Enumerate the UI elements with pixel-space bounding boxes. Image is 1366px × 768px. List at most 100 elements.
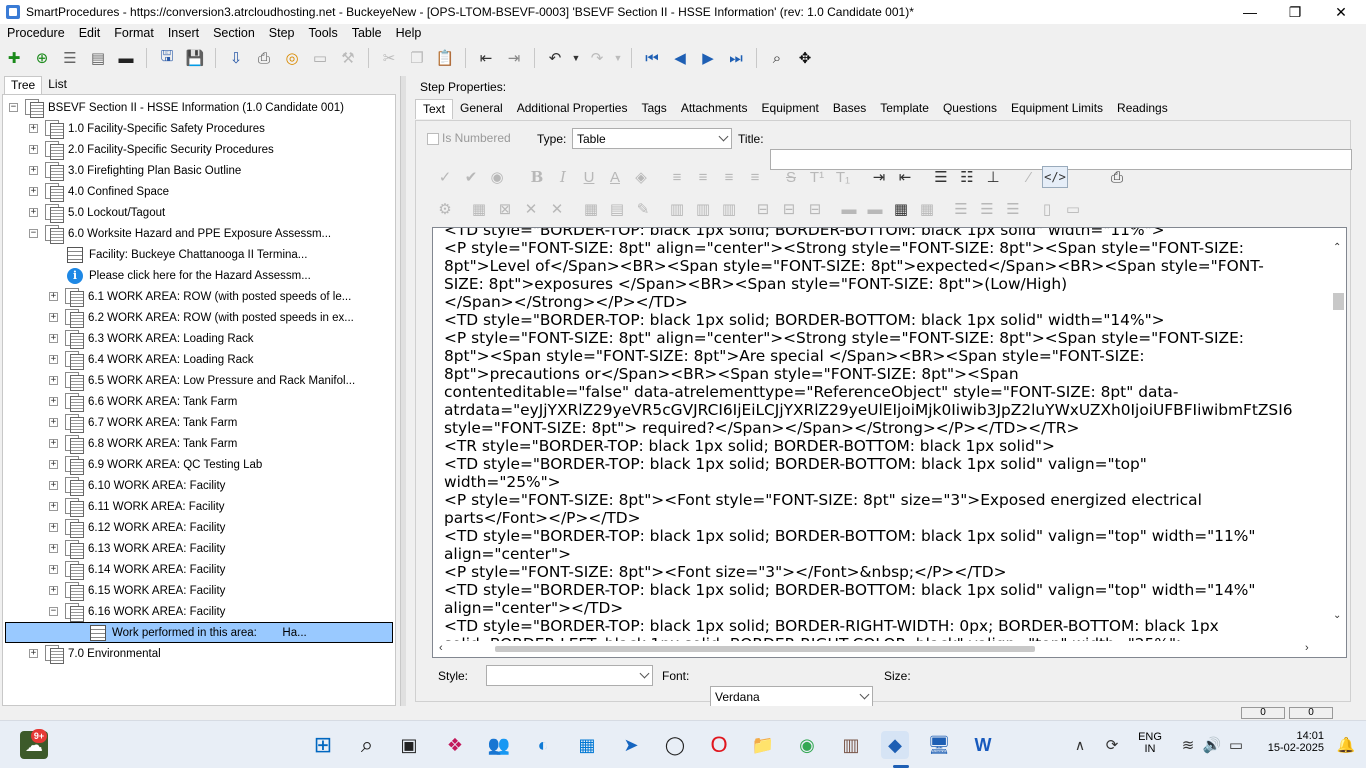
vertical-scroll-thumb[interactable]	[1333, 293, 1344, 310]
collapse-icon[interactable]: −	[49, 607, 58, 616]
source-view-icon[interactable]: </>	[1042, 166, 1068, 188]
tree-work-area[interactable]: +6.8 WORK AREA: Tank Farm	[49, 433, 237, 454]
list-icon[interactable]: ☰	[58, 47, 82, 69]
close-button[interactable]: ✕	[1318, 0, 1364, 24]
expand-icon[interactable]: +	[49, 418, 58, 427]
tree-section[interactable]: + 5.0 Lockout/Tagout	[29, 202, 165, 223]
redo-icon[interactable]: ↷	[585, 47, 609, 69]
expand-icon[interactable]: +	[29, 649, 38, 658]
teams-icon[interactable]: 👥	[485, 731, 513, 759]
notification-bell-icon[interactable]: 🔔	[1332, 731, 1360, 759]
copilot-icon[interactable]: ❖	[441, 731, 469, 759]
network-sync-icon[interactable]: ⟳	[1098, 731, 1126, 759]
next-icon[interactable]: ▶	[696, 47, 720, 69]
opera-icon[interactable]: O	[705, 731, 733, 759]
expand-icon[interactable]: +	[49, 523, 58, 532]
tab-readings[interactable]: Readings	[1110, 99, 1175, 119]
clear-format-icon[interactable]: ⁄	[1016, 166, 1042, 188]
delete-table-icon[interactable]: ⊠	[492, 198, 518, 220]
find-replace-icon[interactable]: ⌕	[765, 47, 789, 69]
italic-icon[interactable]: I	[550, 166, 576, 188]
store-icon[interactable]: ▦	[573, 731, 601, 759]
smartprocedures-taskbar-icon[interactable]: ◆	[881, 731, 909, 759]
tree-work-area[interactable]: +6.7 WORK AREA: Tank Farm	[49, 412, 237, 433]
expand-icon[interactable]: +	[49, 313, 58, 322]
tree-work-area[interactable]: +6.1 WORK AREA: ROW (with posted speeds …	[49, 286, 351, 307]
file-explorer-icon[interactable]: 📁	[749, 731, 777, 759]
edge-icon[interactable]: ◐	[529, 731, 557, 759]
expand-icon[interactable]: +	[49, 439, 58, 448]
tab-bases[interactable]: Bases	[826, 99, 873, 119]
justify-icon[interactable]: ≡	[742, 166, 768, 188]
remote-app-icon[interactable]: ▥	[837, 731, 865, 759]
tab-equipment[interactable]: Equipment	[755, 99, 826, 119]
indent-icon[interactable]: ⇤	[474, 47, 498, 69]
save-icon[interactable]: 💾	[183, 47, 207, 69]
redo-dropdown-icon[interactable]: ▼	[613, 47, 623, 69]
tab-additional-properties[interactable]: Additional Properties	[510, 99, 635, 119]
tree-root[interactable]: − BSEVF Section II - HSSE Information (1…	[9, 97, 344, 118]
menu-procedure[interactable]: Procedure	[0, 26, 72, 40]
save-all-icon[interactable]: 🖫	[155, 47, 179, 69]
remove-icon[interactable]: ▬	[114, 47, 138, 69]
align-top-icon[interactable]: ☰	[948, 198, 974, 220]
expand-icon[interactable]: +	[49, 586, 58, 595]
table-borders-icon[interactable]: ▦	[914, 198, 940, 220]
expand-icon[interactable]: +	[29, 208, 38, 217]
tab-equipment-limits[interactable]: Equipment Limits	[1004, 99, 1110, 119]
tab-questions[interactable]: Questions	[936, 99, 1004, 119]
column-width-icon[interactable]: ▯	[1034, 198, 1060, 220]
copy-icon[interactable]: ❐	[405, 47, 429, 69]
link-icon[interactable]: ◉	[484, 166, 510, 188]
last-icon[interactable]: ⏭	[724, 47, 748, 69]
table-grid-icon[interactable]: ▦	[888, 198, 914, 220]
bullet-list-icon[interactable]: ☰	[928, 166, 954, 188]
tree-work-area[interactable]: +6.15 WORK AREA: Facility	[49, 580, 225, 601]
clock[interactable]: 14:01 15-02-2025	[1254, 730, 1324, 754]
scroll-left-icon[interactable]: ‹	[439, 642, 443, 654]
expand-icon[interactable]: +	[49, 460, 58, 469]
spellcheck-icon[interactable]: ✓	[432, 166, 458, 188]
menu-help[interactable]: Help	[389, 26, 429, 40]
remote-desktop-icon[interactable]: 🖥	[925, 731, 953, 759]
tab-list[interactable]: List	[42, 76, 73, 94]
tree-work-area[interactable]: +6.2 WORK AREA: ROW (with posted speeds …	[49, 307, 354, 328]
publish-icon[interactable]: ⇩	[224, 47, 248, 69]
add-icon[interactable]: ✚	[2, 47, 26, 69]
minimize-button[interactable]: —	[1227, 0, 1273, 24]
first-icon[interactable]: ⏮	[640, 47, 664, 69]
move-icon[interactable]: ✥	[793, 47, 817, 69]
tab-tree[interactable]: Tree	[4, 76, 43, 94]
cell-properties-icon[interactable]: ▦	[578, 198, 604, 220]
tab-general[interactable]: General	[453, 99, 510, 119]
indent-icon[interactable]: ⇥	[866, 166, 892, 188]
style-select[interactable]	[486, 665, 653, 686]
collapse-icon[interactable]: −	[9, 103, 18, 112]
tree-work-area[interactable]: +6.6 WORK AREA: Tank Farm	[49, 391, 237, 412]
refresh-icon[interactable]: ◎	[280, 47, 304, 69]
superscript-icon[interactable]: T¹	[804, 166, 830, 188]
previous-icon[interactable]: ◀	[668, 47, 692, 69]
collapse-icon[interactable]: −	[29, 229, 38, 238]
insert-column-right-icon[interactable]: ▥	[690, 198, 716, 220]
expand-icon[interactable]: +	[29, 187, 38, 196]
tree-work-area[interactable]: +6.14 WORK AREA: Facility	[49, 559, 225, 580]
windows-start-icon[interactable]: ⊞	[309, 731, 337, 759]
print-icon[interactable]: ⎙	[1104, 166, 1130, 188]
scroll-down-icon[interactable]: ⌄	[1333, 610, 1341, 621]
undo-icon[interactable]: ↶	[543, 47, 567, 69]
battery-icon[interactable]: ▭	[1222, 731, 1250, 759]
menu-format[interactable]: Format	[107, 26, 161, 40]
tab-tags[interactable]: Tags	[634, 99, 673, 119]
tree-work-area[interactable]: +6.4 WORK AREA: Loading Rack	[49, 349, 254, 370]
is-numbered-checkbox[interactable]	[427, 133, 439, 145]
pane-splitter[interactable]	[400, 76, 406, 706]
power-automate-icon[interactable]: ➤	[617, 731, 645, 759]
tree-work-area[interactable]: +6.5 WORK AREA: Low Pressure and Rack Ma…	[49, 370, 355, 391]
tab-template[interactable]: Template	[873, 99, 936, 119]
tree-section[interactable]: + 4.0 Confined Space	[29, 181, 169, 202]
expand-icon[interactable]: +	[49, 502, 58, 511]
tree-section[interactable]: + 7.0 Environmental	[29, 643, 161, 664]
menu-insert[interactable]: Insert	[161, 26, 206, 40]
menu-step[interactable]: Step	[262, 26, 302, 40]
